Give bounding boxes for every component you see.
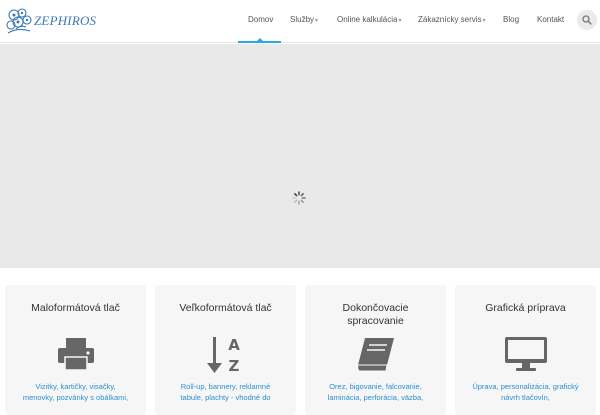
svg-text:Z: Z bbox=[228, 357, 239, 375]
nav-item-zakaznicky-servis[interactable]: Zákaznícky servis▾ bbox=[418, 0, 486, 43]
printer-icon bbox=[57, 338, 94, 371]
active-indicator-bar bbox=[238, 41, 281, 43]
hero-slider bbox=[0, 44, 600, 268]
card-title: Dokončovacie spracovanie bbox=[311, 302, 440, 328]
nav-item-kontakt[interactable]: Kontakt bbox=[537, 0, 564, 43]
nav-item-online-kalkulacia[interactable]: Online kalkulácia▾ bbox=[337, 0, 402, 43]
nav-item-label: Domov bbox=[248, 15, 274, 24]
service-card-graficka[interactable]: Grafická príprava Úprava, personalizácia… bbox=[455, 285, 596, 415]
nav-item-label: Kontakt bbox=[537, 15, 565, 24]
card-title-line: Dokončovacie bbox=[342, 302, 409, 314]
card-title-line: spracovanie bbox=[347, 315, 404, 327]
chevron-down-icon: ▾ bbox=[482, 18, 486, 24]
site-header: ZEPHIROS Domov Služby▾ Online kalkulácia… bbox=[0, 0, 600, 43]
nav-item-label: Online kalkulácia bbox=[337, 15, 398, 24]
card-text-line: Orez, bigovanie, falcovanie, bbox=[329, 382, 422, 391]
nav-item-sluzby[interactable]: Služby▾ bbox=[290, 0, 318, 43]
monitor-icon bbox=[504, 337, 547, 371]
card-text-line: Vizitky, kartičky, visačky, bbox=[35, 382, 116, 391]
card-text-line: tabule, plachty - vhodné do bbox=[180, 393, 271, 402]
logo-text: ZEPHIROS bbox=[34, 13, 97, 28]
card-text-line: Roll-up, bannery, reklamné bbox=[180, 382, 271, 391]
service-card-maloformatova[interactable]: Maloformátová tlač Vizitky, kartičky, vi… bbox=[5, 285, 146, 415]
card-text-line: laminácia, perforácia, väzba, bbox=[327, 393, 424, 402]
book-icon bbox=[356, 338, 394, 372]
service-card-velkoformatova[interactable]: Veľkoformátová tlač A Z Roll-up, bannery… bbox=[155, 285, 296, 415]
spinner-icon bbox=[292, 191, 306, 205]
card-text-line: Úprava, personalizácia, grafický bbox=[472, 382, 579, 391]
card-title: Veľkoformátová tlač bbox=[179, 302, 272, 314]
nav-item-blog[interactable]: Blog bbox=[503, 0, 519, 43]
svg-text:A: A bbox=[228, 336, 240, 354]
chevron-down-icon: ▾ bbox=[398, 18, 402, 24]
service-card-dokoncovacie[interactable]: Dokončovacie spracovanie Orez, bigovanie… bbox=[305, 285, 446, 415]
card-title: Grafická príprava bbox=[485, 302, 566, 314]
nav-item-label: Zákaznícky servis bbox=[418, 15, 482, 24]
card-text-line: návrh tlačovín, bbox=[501, 393, 550, 402]
sort-alpha-icon: A Z bbox=[206, 336, 240, 375]
nav-item-label: Blog bbox=[503, 15, 520, 24]
card-title: Maloformátová tlač bbox=[31, 302, 120, 314]
search-button[interactable] bbox=[577, 10, 597, 30]
nav-item-label: Služby bbox=[290, 15, 315, 24]
card-text-line: menovky, pozvánky s obálkami, bbox=[22, 393, 129, 402]
chevron-down-icon: ▾ bbox=[315, 18, 319, 24]
nav-item-domov[interactable]: Domov bbox=[248, 0, 273, 43]
site-logo[interactable]: ZEPHIROS bbox=[4, 5, 98, 37]
flower-logo-icon bbox=[6, 8, 32, 34]
search-icon bbox=[582, 15, 592, 25]
